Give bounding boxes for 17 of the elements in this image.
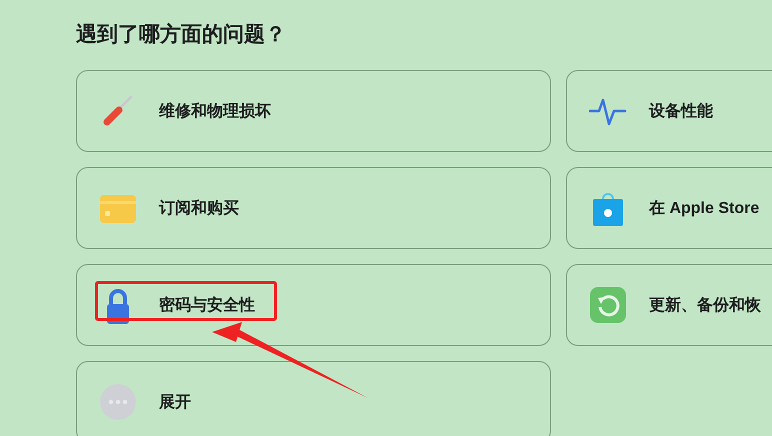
page-heading: 遇到了哪方面的问题？ — [76, 21, 286, 48]
topic-label: 更新、备份和恢 — [649, 295, 761, 316]
topic-card[interactable]: 设备性能 — [566, 70, 772, 152]
topic-card[interactable]: 维修和物理损坏 — [76, 70, 551, 152]
topic-label: 订阅和购买 — [159, 198, 239, 218]
topic-label: 密码与安全性 — [159, 295, 255, 316]
topic-card[interactable]: 展开 — [76, 361, 551, 436]
topic-label: 设备性能 — [649, 102, 713, 122]
topic-card[interactable]: 密码与安全性 — [76, 264, 551, 346]
restore-icon — [589, 286, 627, 324]
topic-label: 展开 — [159, 392, 191, 412]
topic-label: 在 Apple Store — [649, 198, 760, 218]
topic-label: 维修和物理损坏 — [159, 101, 271, 122]
topic-card[interactable]: 订阅和购买 — [76, 167, 551, 249]
topic-card[interactable]: 在 Apple Store — [566, 167, 772, 249]
topic-card[interactable]: 更新、备份和恢 — [566, 264, 772, 346]
more-icon — [99, 383, 137, 421]
